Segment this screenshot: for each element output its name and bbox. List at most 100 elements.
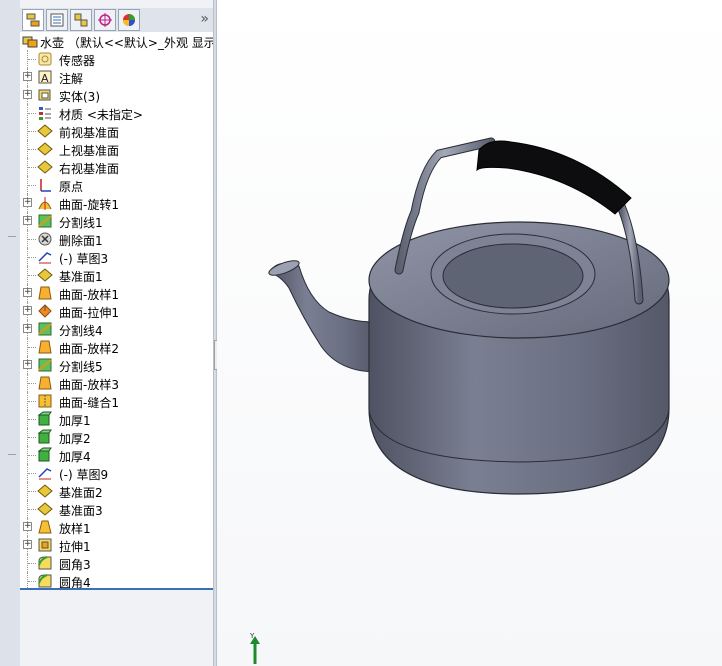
expand-toggle[interactable]: + [23,522,32,531]
tree-item[interactable]: 前视基准面 [20,122,213,140]
tree-item-label: (-) 草图3 [59,252,109,266]
expand-toggle[interactable]: + [23,288,32,297]
tree-item[interactable]: 曲面-缝合1 [20,392,213,410]
plane-icon [37,160,53,174]
tree-item[interactable]: + 曲面-拉伸1 [20,302,213,320]
tree-item[interactable]: + 曲面-放样1 [20,284,213,302]
tree-item[interactable]: 右视基准面 [20,158,213,176]
configuration-manager-tab[interactable] [70,9,92,31]
tree-item[interactable]: + 曲面-旋转1 [20,194,213,212]
tree-item[interactable]: 曲面-放样3 [20,374,213,392]
tree-item-label: 圆角3 [59,558,91,572]
surface-extrude-icon [38,304,52,318]
surface-knit-icon [38,394,52,408]
tree-item[interactable]: + 分割线5 [20,356,213,374]
fillet-icon [38,556,52,570]
tree-item[interactable]: 传感器 [20,50,213,68]
tree-branch-line [28,167,36,168]
tree-item-label: 分割线4 [59,324,103,338]
triad-y-label: Y [250,632,255,640]
tree-item-label: 删除面1 [59,234,103,248]
property-manager-tab[interactable] [46,9,68,31]
strip-marker [8,454,16,455]
tree-item[interactable]: (-) 草图9 [20,464,213,482]
crosshair-icon [98,13,112,27]
tree-item-label: 曲面-旋转1 [59,198,119,212]
tree-branch-line [28,149,36,150]
tree-item[interactable]: + 分割线1 [20,212,213,230]
tree-item-label: 曲面-放样3 [59,378,119,392]
tree-item[interactable]: 上视基准面 [20,140,213,158]
tree-item-label: 传感器 [59,54,96,68]
tree-item[interactable]: 圆角3 [20,554,213,572]
tree-branch-line [28,275,36,276]
manager-tabs: » [20,8,213,33]
sketch-icon [38,468,52,480]
loft-icon [38,520,52,534]
tree-root[interactable]: 水壶 （默认<<默认>_外观 显示状 [20,32,213,50]
tree-item-label: 上视基准面 [59,144,120,158]
left-dock-strip [0,0,21,666]
expand-toggle[interactable]: + [23,306,32,315]
plane-icon [37,502,53,516]
tree-item[interactable]: (-) 草图3 [20,248,213,266]
tree-branch-line [28,563,36,564]
teapot-model[interactable] [217,0,722,666]
tree-item[interactable]: 材质 <未指定> [20,104,213,122]
feature-tree-icon [26,13,40,27]
tree-item-label: (-) 草图9 [59,468,109,482]
feature-manager-tab[interactable] [22,9,44,31]
plane-icon [37,142,53,156]
tree-item-label: 曲面-放样2 [59,342,119,356]
expand-toggle[interactable]: + [23,198,32,207]
tree-branch-line [28,185,36,186]
tree-item-label: 加厚4 [59,450,91,464]
more-tabs-button[interactable]: » [200,11,209,27]
surface-loft-icon [38,340,52,354]
tree-branch-line [28,59,36,60]
tree-item[interactable]: 加厚1 [20,410,213,428]
plane-icon [37,124,53,138]
tree-item[interactable]: 原点 [20,176,213,194]
tree-item[interactable]: 加厚4 [20,446,213,464]
expand-toggle[interactable]: + [23,324,32,333]
tree-item-label: 前视基准面 [59,126,120,140]
split-line-icon [38,322,52,336]
expand-toggle[interactable]: + [23,216,32,225]
tree-item[interactable]: 加厚2 [20,428,213,446]
material-icon [39,107,51,120]
tree-branch-line [28,131,36,132]
tree-item[interactable]: 曲面-放样2 [20,338,213,356]
tree-branch-line [28,473,36,474]
dimxpert-tab[interactable] [94,9,116,31]
tree-item-label: 曲面-缝合1 [59,396,119,410]
tree-root-label: 水壶 （默认<<默认>_外观 显示状 [40,36,213,50]
tree-item[interactable]: + 拉伸1 [20,536,213,554]
display-manager-tab[interactable] [118,9,140,31]
expand-toggle[interactable]: + [23,540,32,549]
tree-item-label: 材质 <未指定> [59,108,143,122]
solid-bodies-icon [38,89,51,101]
tree-item[interactable]: + 放样1 [20,518,213,536]
tree-item[interactable]: 删除面1 [20,230,213,248]
tree-branch-line [28,347,36,348]
tree-branch-line [28,419,36,420]
tree-item-label: 注解 [59,72,84,86]
tree-item[interactable]: 基准面2 [20,482,213,500]
feature-manager-panel: » 水壶 （默认<<默认>_外观 显示状 传感器 + A 注解 + 实体(3) 材质 <未指… [20,0,213,666]
tree-branch-line [28,401,36,402]
expand-toggle[interactable]: + [23,360,32,369]
graphics-viewport[interactable]: Y [217,0,722,666]
tree-item[interactable]: + 分割线4 [20,320,213,338]
tree-item-label: 放样1 [59,522,91,536]
tree-item[interactable]: 基准面1 [20,266,213,284]
expand-toggle[interactable]: + [23,90,32,99]
tree-item-label: 加厚1 [59,414,91,428]
tree-item[interactable]: + A 注解 [20,68,213,86]
expand-toggle[interactable]: + [23,72,32,81]
tree-item-label: 基准面2 [59,486,103,500]
tree-item[interactable]: 基准面3 [20,500,213,518]
strip-marker [8,236,16,237]
tree-item[interactable]: + 实体(3) [20,86,213,104]
svg-text:A: A [41,72,49,85]
